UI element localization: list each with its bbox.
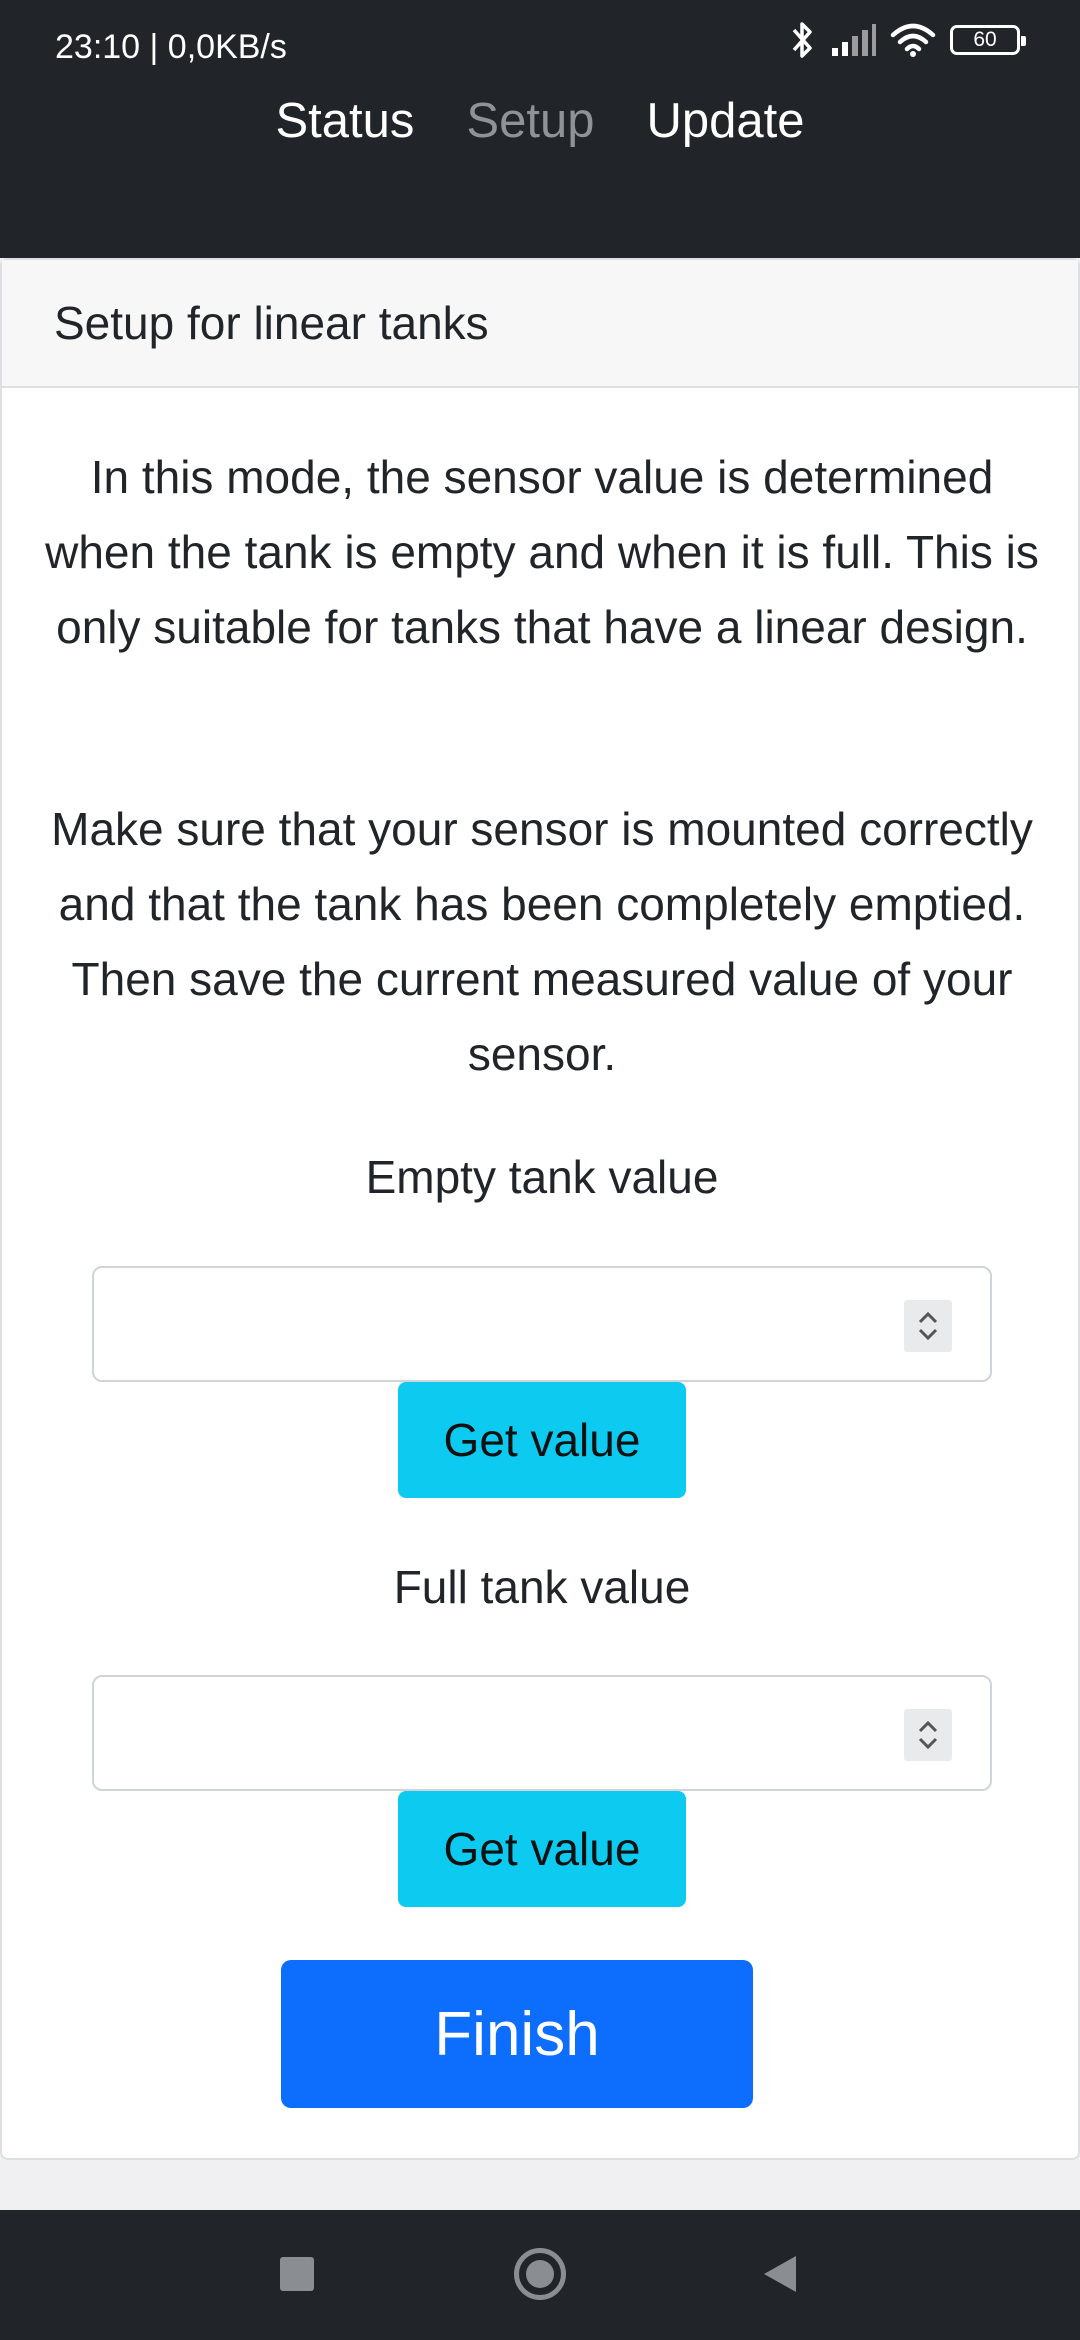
- instruction-paragraph: Make sure that your sensor is mounted co…: [51, 803, 1033, 1080]
- empty-get-value-button[interactable]: Get value: [398, 1382, 686, 1498]
- status-icons: 60: [790, 20, 1026, 60]
- nav-status[interactable]: Status: [276, 93, 415, 149]
- recents-icon[interactable]: [280, 2257, 314, 2291]
- card-header: Setup for linear tanks: [2, 260, 1078, 388]
- intro-paragraph: In this mode, the sensor value is determ…: [45, 451, 1039, 653]
- system-nav-bar: [0, 2210, 1080, 2340]
- setup-card: Setup for linear tanks In this mode, the…: [0, 258, 1080, 2160]
- spinner-arrows-icon: [918, 1311, 938, 1341]
- full-tank-label: Full tank value: [393, 1561, 691, 1613]
- spinner-arrows-icon: [918, 1720, 938, 1750]
- status-time: 23:10 | 0,0KB/s: [55, 28, 287, 66]
- nav-links: Status Setup Update: [0, 93, 1080, 149]
- full-tank-spinner[interactable]: [904, 1709, 952, 1761]
- empty-tank-input[interactable]: [92, 1266, 992, 1382]
- empty-tank-spinner[interactable]: [904, 1300, 952, 1352]
- signal-icon: [832, 24, 876, 56]
- home-icon[interactable]: [514, 2248, 566, 2300]
- finish-button[interactable]: Finish: [281, 1960, 753, 2108]
- battery-level: 60: [973, 28, 997, 51]
- nav-update[interactable]: Update: [646, 93, 804, 149]
- bluetooth-icon: [792, 22, 812, 58]
- back-icon[interactable]: [762, 2254, 798, 2294]
- status-bar: 23:10 | 0,0KB/s 60: [0, 0, 1080, 75]
- nav-setup[interactable]: Setup: [466, 93, 594, 149]
- empty-tank-label: Empty tank value: [365, 1151, 719, 1203]
- battery-icon: 60: [950, 25, 1026, 55]
- full-get-value-button[interactable]: Get value: [398, 1791, 686, 1907]
- full-tank-input[interactable]: [92, 1675, 992, 1791]
- wifi-icon: [890, 23, 936, 57]
- top-navbar: Status Setup Update: [0, 75, 1080, 258]
